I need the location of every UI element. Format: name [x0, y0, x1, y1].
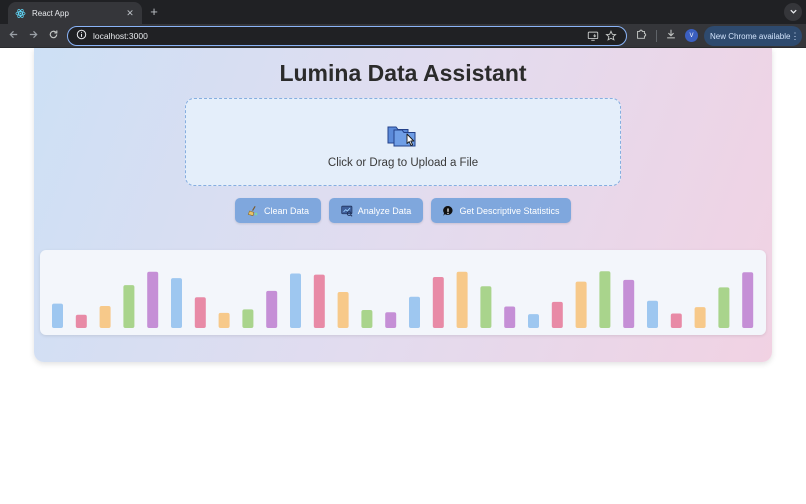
- chart-bar: [575, 281, 587, 328]
- puzzle-piece-icon: [635, 27, 647, 45]
- extensions-button[interactable]: [633, 28, 649, 44]
- chart-bar: [456, 271, 468, 328]
- chart-bar: [409, 296, 420, 328]
- bookmark-star-icon[interactable]: [604, 29, 618, 43]
- chart-bar: [75, 314, 87, 328]
- toolbar-divider: [656, 30, 657, 42]
- browser-tab-strip: React App ✕ +: [0, 0, 806, 24]
- chart-bar: [623, 279, 635, 328]
- chart-bar: [147, 271, 159, 328]
- file-upload-dropzone[interactable]: Click or Drag to Upload a File: [185, 98, 621, 186]
- chart-bar: [171, 278, 182, 328]
- upload-prompt: Click or Drag to Upload a File: [327, 157, 479, 169]
- tab-close-icon[interactable]: ✕: [124, 8, 136, 19]
- update-label: New Chrome available: [710, 31, 791, 41]
- chart-bar: [647, 300, 658, 328]
- info-bubble-icon: [442, 205, 454, 217]
- chart-bar: [551, 301, 563, 328]
- reload-button[interactable]: [44, 27, 62, 45]
- reload-icon: [48, 27, 59, 45]
- chart-bar: [290, 273, 301, 328]
- chart-bar: [313, 274, 325, 328]
- tab-search-button[interactable]: [784, 3, 802, 21]
- button-label: Clean Data: [263, 205, 310, 216]
- chart-bar: [123, 285, 135, 328]
- chrome-update-button[interactable]: New Chrome available ⋮: [704, 26, 802, 46]
- chart-bar: [504, 306, 516, 328]
- button-label: Analyze Data: [357, 205, 412, 216]
- chart-bar: [385, 312, 397, 328]
- chart-bar: [528, 314, 539, 328]
- address-bar[interactable]: localhost:3000: [67, 26, 627, 46]
- tab-title: React App: [32, 8, 69, 18]
- bar-visualization-panel: [40, 250, 766, 335]
- upload-folder-icon: [386, 121, 420, 149]
- new-tab-button[interactable]: +: [146, 4, 162, 20]
- chart-bar: [266, 290, 278, 328]
- descriptive-statistics-button[interactable]: Get Descriptive Statistics: [431, 198, 571, 223]
- download-icon: [665, 27, 677, 45]
- browser-toolbar: localhost:3000 V New Chrome available ⋮: [0, 24, 806, 48]
- arrow-right-icon: [28, 27, 39, 45]
- chart-bar: [432, 277, 444, 328]
- chart-bar: [242, 309, 254, 328]
- site-info-icon[interactable]: [76, 27, 87, 45]
- react-logo-icon: [14, 7, 26, 19]
- chart-bar: [599, 271, 611, 328]
- chart-bar: [742, 272, 754, 328]
- chart-bar: [52, 303, 63, 328]
- chart-analyze-icon: [341, 205, 353, 217]
- url-text[interactable]: localhost:3000: [93, 31, 582, 41]
- downloads-button[interactable]: [663, 28, 679, 44]
- forward-button[interactable]: [24, 27, 42, 45]
- page-title: Lumina Data Assistant: [279, 60, 527, 86]
- button-label: Get Descriptive Statistics: [459, 205, 560, 216]
- clean-data-button[interactable]: Clean Data: [235, 198, 321, 223]
- app-card: Lumina Data Assistant Click or Drag to U…: [34, 48, 772, 362]
- chevron-down-icon: [789, 3, 798, 21]
- back-button[interactable]: [4, 27, 22, 45]
- broom-icon: [247, 205, 259, 217]
- chart-bar: [694, 307, 706, 328]
- chart-bar: [194, 297, 206, 328]
- chart-bar: [480, 286, 492, 328]
- menu-dots-icon[interactable]: ⋮: [790, 31, 799, 42]
- install-app-icon[interactable]: [586, 29, 600, 43]
- arrow-left-icon: [8, 27, 19, 45]
- profile-avatar[interactable]: V: [685, 29, 698, 42]
- chart-bar: [218, 312, 230, 328]
- chart-bar: [361, 310, 373, 328]
- analyze-data-button[interactable]: Analyze Data: [329, 198, 423, 223]
- chart-bar: [718, 287, 730, 328]
- chart-bar: [670, 313, 682, 328]
- bar-chart: [52, 271, 754, 328]
- chart-bar: [337, 292, 349, 328]
- chart-bar: [99, 306, 111, 328]
- browser-tab[interactable]: React App ✕: [8, 2, 142, 24]
